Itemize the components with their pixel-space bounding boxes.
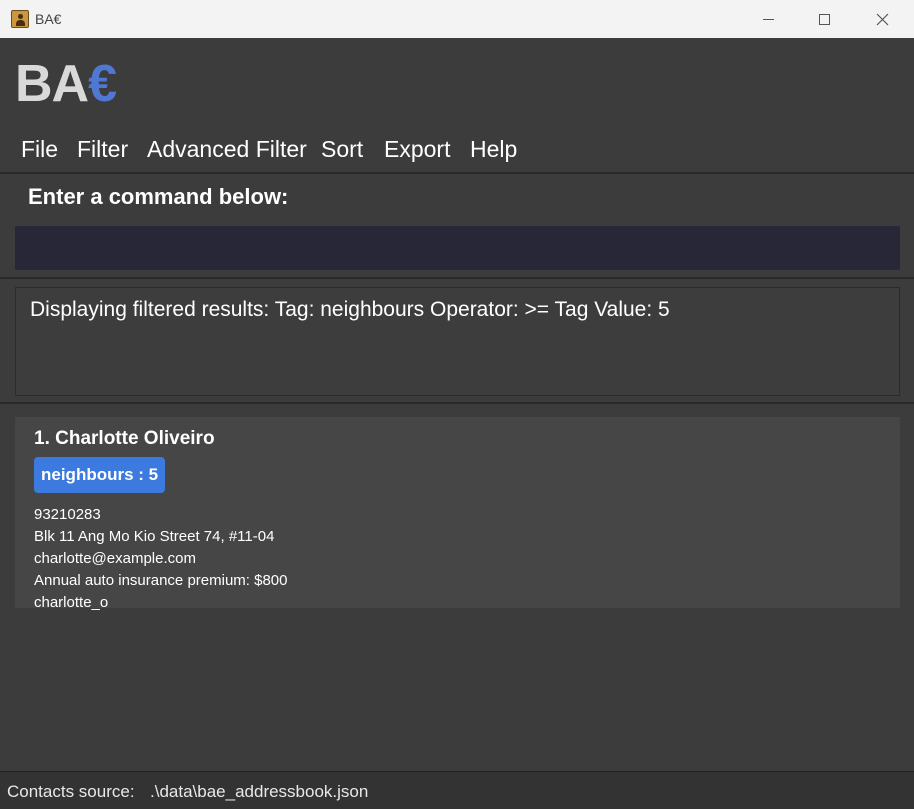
menu-filter[interactable]: Filter (77, 136, 128, 163)
contact-list: 1. Charlotte Oliveiro neighbours : 5 932… (0, 404, 914, 770)
result-display: Displaying filtered results: Tag: neighb… (15, 287, 900, 396)
menu-file[interactable]: File (21, 136, 58, 163)
maximize-button[interactable] (795, 0, 853, 38)
status-bar: Contacts source: .\data\bae_addressbook.… (0, 771, 914, 809)
app-logo: BA€ (15, 54, 117, 114)
result-text: Displaying filtered results: Tag: neighb… (30, 298, 670, 321)
divider (0, 277, 914, 279)
menu-help[interactable]: Help (470, 136, 517, 163)
contact-address: Blk 11 Ang Mo Kio Street 74, #11-04 (34, 528, 275, 545)
minimize-button[interactable] (739, 0, 797, 38)
contact-handle: charlotte_o (34, 594, 109, 611)
menu-export[interactable]: Export (384, 136, 450, 163)
contact-note: Annual auto insurance premium: $800 (34, 572, 288, 589)
menu-bar: File Filter Advanced Filter Sort Export … (0, 128, 914, 172)
divider (0, 172, 914, 174)
logo-text: BA (15, 55, 89, 113)
address-book-icon (11, 10, 29, 28)
menu-advanced-filter[interactable]: Advanced Filter (147, 136, 307, 163)
title-bar: BA€ (0, 0, 914, 38)
command-input[interactable] (15, 226, 900, 270)
logo-euro-symbol: € (88, 55, 117, 113)
status-label: Contacts source: (7, 782, 135, 801)
contact-name: 1. Charlotte Oliveiro (34, 428, 215, 449)
close-icon (876, 13, 888, 25)
command-label: Enter a command below: (28, 184, 289, 209)
minimize-icon (762, 18, 774, 20)
close-button[interactable] (853, 0, 911, 38)
contact-phone: 93210283 (34, 506, 101, 523)
status-file-path: .\data\bae_addressbook.json (150, 782, 369, 801)
contact-email: charlotte@example.com (34, 550, 196, 567)
maximize-icon (818, 13, 830, 25)
menu-sort[interactable]: Sort (321, 136, 363, 163)
window-title: BA€ (35, 11, 62, 27)
contact-card[interactable]: 1. Charlotte Oliveiro neighbours : 5 932… (15, 417, 900, 611)
tag-badge: neighbours : 5 (34, 457, 166, 493)
